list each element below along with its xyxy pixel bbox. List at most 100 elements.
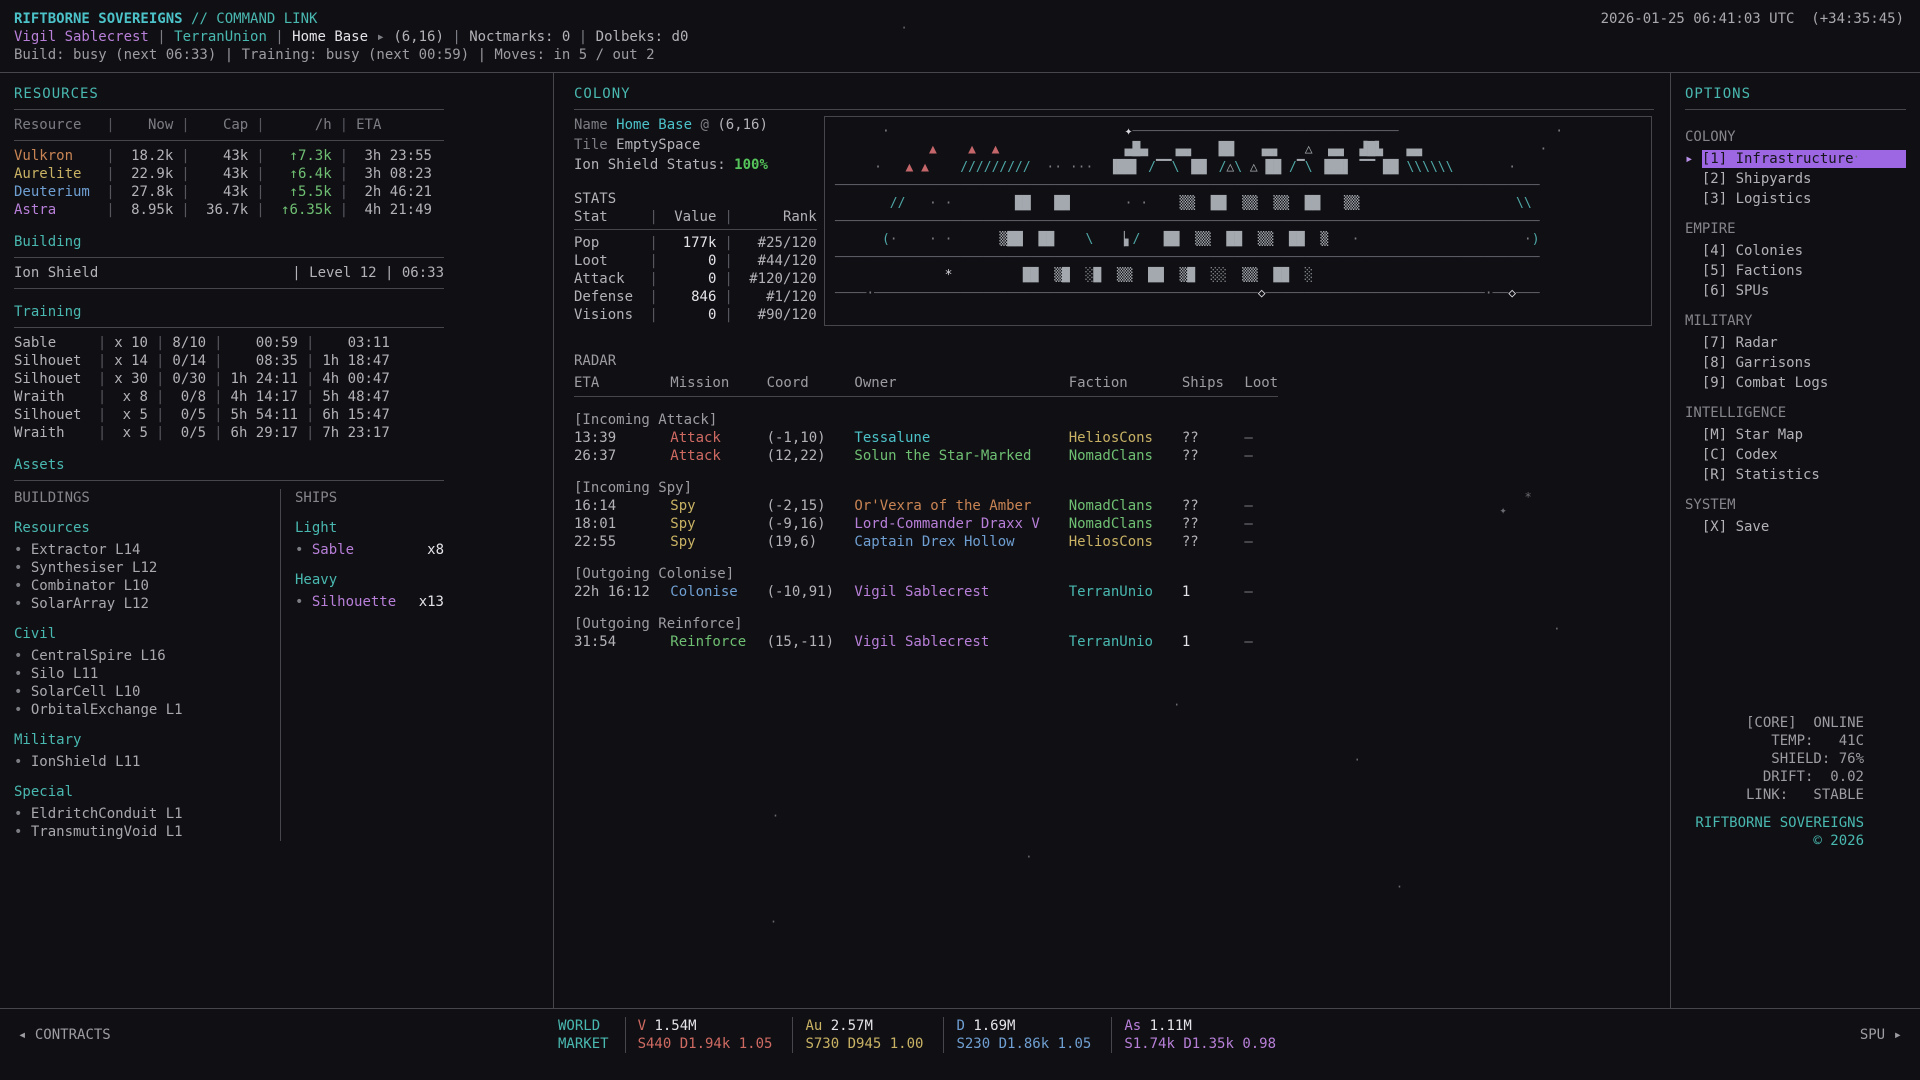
- col-value: Value: [666, 208, 717, 226]
- building-item-name: OrbitalExchange L1: [31, 702, 183, 718]
- mission-eta: 26:37: [574, 447, 658, 465]
- building-item: • TransmutingVoid L1: [14, 823, 280, 841]
- ship-group-heading: Heavy: [295, 571, 444, 589]
- resource-cap: 43k: [198, 147, 249, 165]
- mission-owner: Vigil Sablecrest: [854, 633, 1056, 651]
- options-item-key: [8]: [1702, 355, 1727, 371]
- building-item: • IonShield L11: [14, 753, 280, 771]
- unit-time-next: 6h 29:17: [231, 424, 298, 442]
- market-entry-total: Au 2.57M: [805, 1017, 923, 1035]
- options-section: COLONY ▸ [1] Infrastructure [2] Shipyard…: [1685, 128, 1906, 208]
- options-item[interactable]: [2] Shipyards: [1685, 170, 1906, 188]
- radar-row[interactable]: 26:37 Attack (12,22) Solun the Star-Mark…: [574, 447, 1278, 465]
- mission-loot: –: [1244, 583, 1278, 601]
- context-segment: Home Base: [292, 29, 368, 45]
- options-item-key: [M]: [1702, 427, 1727, 443]
- pipe: |: [649, 234, 657, 252]
- pipe: |: [181, 165, 189, 183]
- building-item-name: Extractor L14: [31, 542, 141, 558]
- pipe: |: [724, 234, 732, 252]
- options-item[interactable]: [R] Statistics: [1685, 466, 1906, 484]
- contracts-label: CONTRACTS: [35, 1027, 111, 1043]
- training-row: Silhouet | x 14 | 0/14 | 08:35 | 1h 18:4…: [14, 352, 444, 370]
- stat-rank: #90/120: [741, 306, 817, 324]
- options-item[interactable]: [C] Codex: [1685, 446, 1906, 464]
- market-symbol: V: [638, 1018, 646, 1034]
- options-item-label: Infrastructure: [1736, 151, 1854, 167]
- options-item[interactable]: [X] Save: [1685, 518, 1906, 536]
- options-item[interactable]: [9] Combat Logs: [1685, 374, 1906, 392]
- context-segment: |: [267, 29, 292, 45]
- colony-info: Name Home Base @ (6,16) Tile EmptySpace …: [574, 116, 806, 326]
- colony-ascii-art: · ✦────────────────────────────────── · …: [824, 116, 1652, 326]
- options-item[interactable]: [4] Colonies: [1685, 242, 1906, 260]
- world-market-label: WORLD MARKET: [558, 1017, 609, 1053]
- ship-item: • Silhouette x13: [295, 593, 444, 611]
- options-item[interactable]: [M] Star Map: [1685, 426, 1906, 444]
- brand-suffix: // COMMAND LINK: [191, 11, 317, 27]
- mission-ships: ??: [1182, 447, 1233, 465]
- stats-header: Stat | Value | Rank: [574, 208, 817, 230]
- mission-owner: Vigil Sablecrest: [854, 583, 1056, 601]
- radar-row[interactable]: 22:55 Spy (19,6) Captain Drex Hollow Hel…: [574, 533, 1278, 551]
- mission-coord: (-2,15): [767, 497, 843, 515]
- ship-group: Light • Sable x8: [295, 519, 444, 559]
- spu-button[interactable]: SPU ▸: [1860, 1026, 1920, 1044]
- mission-loot: –: [1244, 429, 1278, 447]
- options-item[interactable]: [3] Logistics: [1685, 190, 1906, 208]
- radar-row[interactable]: 18:01 Spy (-9,16) Lord-Commander Draxx V…: [574, 515, 1278, 533]
- options-item-key: [2]: [1702, 171, 1727, 187]
- system-status-line: [CORE] ONLINE: [1685, 714, 1864, 732]
- divider: [14, 288, 444, 289]
- options-section-heading: SYSTEM: [1685, 496, 1906, 514]
- cursor-icon: [1685, 374, 1702, 392]
- pipe: |: [98, 424, 106, 442]
- ship-item-name: • Silhouette: [295, 593, 396, 611]
- pipe: |: [156, 352, 164, 370]
- pipe: |: [340, 183, 348, 201]
- market-symbol: As: [1124, 1018, 1141, 1034]
- cursor-icon: ▸: [1685, 150, 1702, 168]
- radar-row[interactable]: 16:14 Spy (-2,15) Or'Vexra of the Amber …: [574, 497, 1278, 515]
- unit-name: Sable: [14, 334, 90, 352]
- pipe: |: [214, 424, 222, 442]
- building-group: Military • IonShield L11: [14, 731, 280, 771]
- market-label: MARKET: [558, 1035, 609, 1053]
- options-item[interactable]: [8] Garrisons: [1685, 354, 1906, 372]
- pipe: |: [181, 201, 189, 219]
- building-item-name: IonShield L11: [31, 754, 141, 770]
- activity-line: Build: busy (next 06:33) | Training: bus…: [14, 46, 1904, 64]
- radar-row[interactable]: 22h 16:12 Colonise (-10,91) Vigil Sablec…: [574, 583, 1278, 601]
- bullet-icon: •: [14, 666, 22, 682]
- pipe: |: [214, 352, 222, 370]
- options-item[interactable]: ▸ [1] Infrastructure: [1685, 150, 1906, 168]
- building-item: • CentralSpire L16: [14, 647, 280, 665]
- options-item-key: [4]: [1702, 243, 1727, 259]
- resource-cap: 36.7k: [198, 201, 249, 219]
- resource-now: 18.2k: [123, 147, 174, 165]
- world-label: WORLD: [558, 1017, 609, 1035]
- pipe: |: [214, 334, 222, 352]
- mission-eta: 16:14: [574, 497, 658, 515]
- unit-time-next: 00:59: [231, 334, 298, 352]
- radar-group: [Incoming Attack] 13:39 Attack (-1,10) T…: [574, 411, 1654, 465]
- bullet-icon: •: [14, 702, 22, 718]
- cursor-icon: [1685, 334, 1702, 352]
- options-item[interactable]: [5] Factions: [1685, 262, 1906, 280]
- ships-column: SHIPS Light • Sable: [280, 489, 444, 841]
- mission-ships: ??: [1182, 515, 1233, 533]
- building-group-heading: Civil: [14, 625, 280, 643]
- right-arrow-icon: ▸: [1894, 1027, 1902, 1043]
- contracts-button[interactable]: ◂ CONTRACTS: [0, 1026, 558, 1044]
- pipe: |: [649, 288, 657, 306]
- options-item[interactable]: [7] Radar: [1685, 334, 1906, 352]
- context-bar[interactable]: Vigil Sablecrest | TerranUnion | Home Ba…: [14, 28, 1904, 46]
- radar-row[interactable]: 31:54 Reinforce (15,-11) Vigil Sablecres…: [574, 633, 1278, 651]
- options-item[interactable]: [6] SPUs: [1685, 282, 1906, 300]
- context-segment: |: [444, 29, 469, 45]
- cursor-icon: [1685, 190, 1702, 208]
- bullet-icon: •: [295, 594, 303, 610]
- radar-row[interactable]: 13:39 Attack (-1,10) Tessalune HeliosCon…: [574, 429, 1278, 447]
- unit-name: Silhouet: [14, 352, 90, 370]
- mission-type: Spy: [670, 497, 754, 515]
